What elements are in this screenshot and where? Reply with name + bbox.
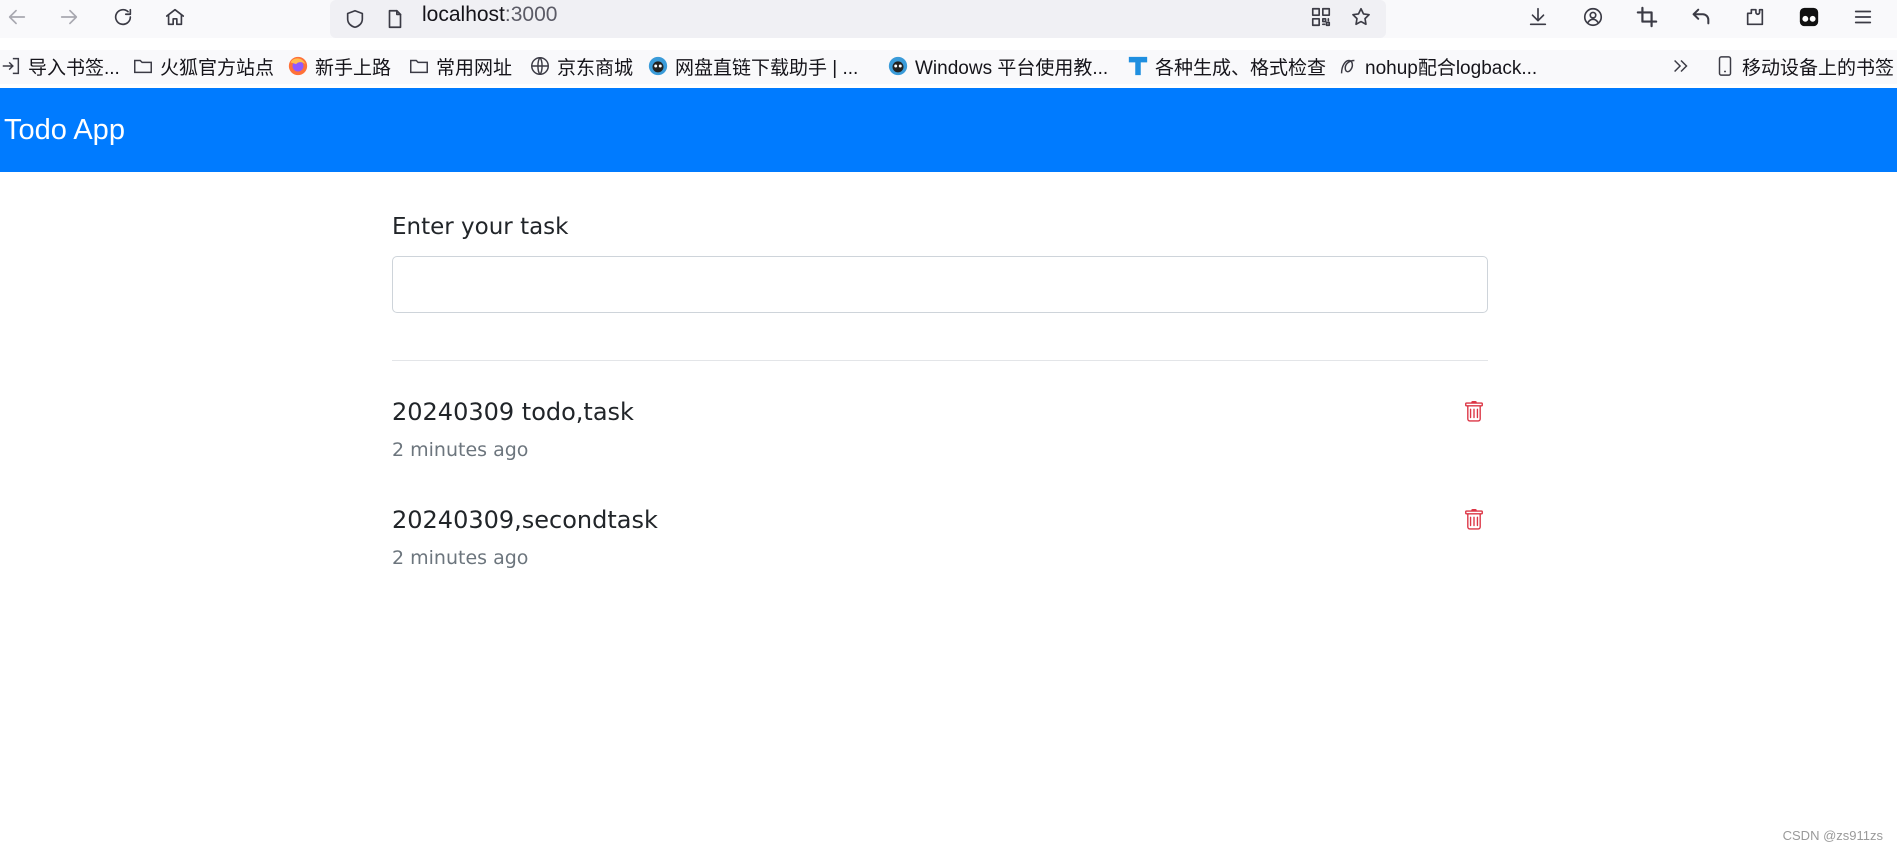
bookmark-star-icon[interactable] [1346,2,1376,32]
bookmark-item[interactable]: 火狐官方站点 [132,53,274,79]
bookmark-label: 各种生成、格式检查 [1155,57,1327,79]
mobile-device-icon [1714,55,1736,77]
todo-title: 20240309 todo,task [392,398,634,426]
download-icon[interactable] [1523,2,1553,32]
trash-icon [1465,509,1483,530]
todo-item: 20240309,secondtask 2 minutes ago [392,504,1488,584]
mobile-bookmarks[interactable]: 移动设备上的书签 [1714,53,1894,79]
bookmark-label: 常用网址 [436,57,513,79]
more-bookmarks-button[interactable] [1670,53,1692,79]
folder-icon [408,55,430,77]
page-icon [380,4,410,34]
extensions-icon[interactable] [1740,2,1770,32]
home-icon[interactable] [160,2,190,32]
link-icon [1337,55,1359,77]
back-icon[interactable] [2,2,32,32]
app-brand[interactable]: Todo App [4,112,125,148]
globe-icon [529,55,551,77]
tampermonkey-icon[interactable] [1794,2,1824,32]
menu-icon[interactable] [1848,2,1878,32]
task-input-label: Enter your task [392,214,569,240]
delete-todo-button[interactable] [1460,398,1488,426]
browser-toolbar: localhost:3000 [0,0,1897,38]
watermark: CSDN @zs911zs [1782,828,1883,843]
reload-icon[interactable] [108,2,138,32]
bookmark-item[interactable]: 新手上路 [287,53,391,79]
bookmark-item[interactable]: 各种生成、格式检查 [1127,53,1326,79]
bookmark-label: 火狐官方站点 [160,57,275,79]
app-navbar: Todo App [0,88,1897,172]
bookmark-label: nohup配合logback... [1365,57,1538,79]
t-logo-icon [1127,55,1149,77]
task-input[interactable] [392,256,1488,313]
todo-title: 20240309,secondtask [392,506,658,534]
avatar-icon [887,55,909,77]
bookmark-label: 网盘直链下载助手 | ... [675,57,859,79]
chevrons-right-icon [1670,55,1692,77]
url-bar[interactable]: localhost:3000 [330,0,1386,38]
account-icon[interactable] [1578,2,1608,32]
qr-code-icon[interactable] [1306,2,1336,32]
bookmark-label: Windows 平台使用教... [915,57,1109,79]
bookmark-label: 京东商城 [557,57,634,79]
bookmark-item[interactable]: nohup配合logback... [1337,53,1537,79]
bookmark-item[interactable]: 网盘直链下载助手 | ... [647,53,858,79]
crop-icon[interactable] [1632,2,1662,32]
bookmark-label: 导入书签... [28,57,120,79]
import-icon [0,55,22,77]
avatar-icon [647,55,669,77]
firefox-icon [287,55,309,77]
bookmark-label: 新手上路 [315,57,392,79]
todo-time: 2 minutes ago [392,547,529,569]
todo-item: 20240309 todo,task 2 minutes ago [392,396,1488,476]
undo-icon[interactable] [1686,2,1716,32]
mobile-bookmarks-label: 移动设备上的书签 [1742,57,1895,79]
todo-time: 2 minutes ago [392,439,529,461]
url-text[interactable]: localhost:3000 [422,4,557,26]
bookmark-item[interactable]: Windows 平台使用教... [887,53,1108,79]
shield-icon[interactable] [340,4,370,34]
delete-todo-button[interactable] [1460,506,1488,534]
bookmark-item[interactable]: 京东商城 [529,53,633,79]
divider [392,360,1488,361]
bookmarks-bar: 导入书签... 火狐官方站点 新手上路 常用网址 京东商城 网盘直链下载助手 |… [0,50,1897,84]
forward-icon[interactable] [54,2,84,32]
bookmark-item[interactable]: 常用网址 [408,53,512,79]
folder-icon [132,55,154,77]
bookmark-item[interactable]: 导入书签... [0,53,120,79]
trash-icon [1465,401,1483,422]
